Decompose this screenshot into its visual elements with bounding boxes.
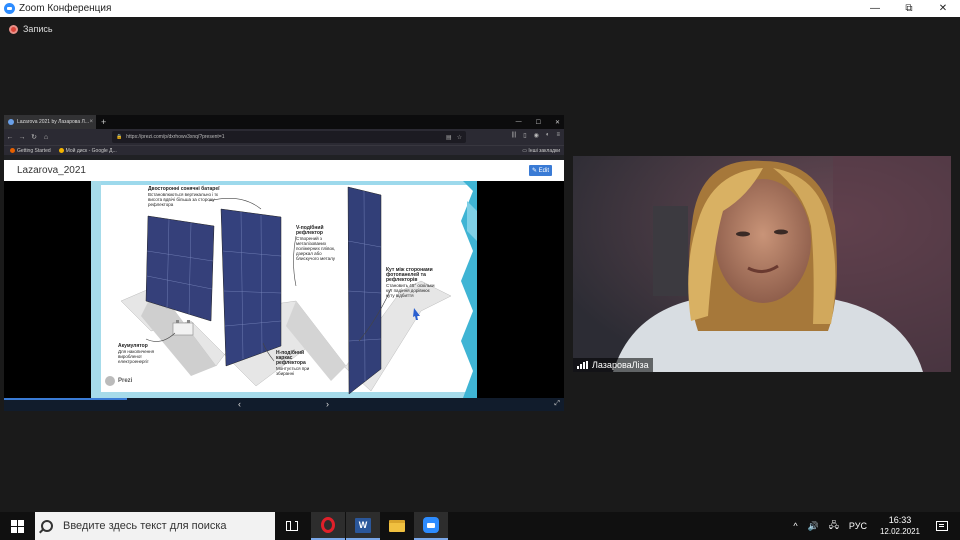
prezi-logo: Prezi	[105, 376, 132, 386]
url-actions: ▤ ☆	[446, 134, 462, 141]
slide-text-angle: Кут між сторонами фотопанелей та рефлект…	[386, 267, 435, 299]
taskbar: Введите здесь текст для поиска W ^ 🔊 🖧 Р…	[0, 512, 960, 540]
browser-tab-strip: Lazarova 2021 by Лазарова Л... × + — ☐ ✕	[4, 115, 564, 129]
prezi-favicon-icon	[8, 119, 14, 125]
bookmark-star-icon[interactable]: ☆	[457, 134, 462, 141]
browser-toolbar: ||| ▯ ◉ ◐ ≡	[512, 132, 560, 139]
recording-label: Запись	[23, 24, 53, 34]
file-explorer-icon	[389, 520, 405, 532]
account-icon[interactable]: ◉	[534, 132, 539, 139]
clock-date: 12.02.2021	[879, 527, 920, 536]
browser-window-controls: — ☐ ✕	[516, 115, 560, 129]
prezi-logo-icon	[105, 376, 115, 386]
slide-text-battery: Акумулятор Для накопичення виробленої ел…	[118, 343, 155, 365]
start-button[interactable]	[0, 512, 35, 540]
close-button[interactable]: ✕	[926, 0, 960, 17]
recording-indicator[interactable]: Запись	[9, 24, 53, 34]
clock[interactable]: 16:33 12.02.2021	[872, 515, 928, 537]
windows-logo-icon	[11, 519, 24, 533]
address-bar[interactable]: 🔒 https://prezi.com/p/dxrhowv3xnq/?prese…	[112, 131, 466, 143]
window-controls: — ⧉ ✕	[858, 0, 960, 17]
zoom-title-bar: Zoom Конференция — ⧉ ✕	[0, 0, 960, 17]
next-slide-button[interactable]: ›	[326, 399, 329, 409]
network-icon[interactable]: 🖧	[824, 518, 844, 534]
browser-maximize-button[interactable]: ☐	[536, 119, 541, 126]
sidebar-icon[interactable]: ▯	[523, 132, 526, 139]
new-tab-button[interactable]: +	[101, 117, 106, 127]
system-tray: ^ 🔊 🖧 РУС 16:33 12.02.2021	[788, 512, 960, 540]
extension-icon[interactable]: ◐	[546, 132, 550, 139]
slide-text-reflector: V-подібний рефлектор Створений з металіз…	[296, 225, 336, 262]
bookmark-getting-started[interactable]: Getting Started	[10, 148, 51, 154]
word-icon: W	[355, 517, 371, 533]
browser-tab[interactable]: Lazarova 2021 by Лазарова Л... ×	[4, 115, 96, 129]
firefox-icon	[10, 147, 15, 153]
opera-taskbar-button[interactable]	[311, 512, 345, 540]
menu-icon[interactable]: ≡	[556, 132, 560, 139]
presentation-controls: ‹ › ⤢	[4, 398, 564, 411]
slide-text-bifacial: Двосторонні сонячні батареї Встановлюють…	[148, 186, 220, 208]
signal-strength-icon	[577, 361, 588, 369]
browser-minimize-button[interactable]: —	[516, 119, 522, 125]
other-bookmarks[interactable]: ▭ Інші закладки	[522, 148, 560, 154]
task-view-icon	[286, 521, 298, 531]
previous-slide-button[interactable]: ‹	[238, 399, 241, 409]
maximize-button[interactable]: ⧉	[892, 0, 926, 17]
task-view-button[interactable]	[275, 512, 309, 540]
library-icon[interactable]: |||	[512, 132, 517, 139]
presentation-progress-bar	[4, 398, 128, 400]
slide: Двосторонні сонячні батареї Встановлюють…	[91, 181, 477, 398]
fullscreen-button[interactable]: ⤢	[554, 400, 560, 408]
notifications-icon[interactable]	[936, 521, 948, 531]
edit-button[interactable]: ✎ Edit	[529, 165, 552, 176]
slide-text-frame: Н-подібний каркас рефлектора Монтується …	[276, 350, 310, 377]
shared-screen: Lazarova 2021 by Лазарова Л... × + — ☐ ✕…	[4, 115, 564, 411]
clock-time: 16:33	[888, 515, 912, 525]
show-hidden-icons-chevron[interactable]: ^	[788, 521, 802, 531]
participant-video[interactable]: ЛазароваЛіза	[573, 156, 951, 372]
word-taskbar-button[interactable]: W	[346, 512, 380, 540]
video-frame	[573, 156, 951, 372]
zoom-taskbar-button[interactable]	[414, 512, 448, 540]
presentation-stage: Двосторонні сонячні батареї Встановлюють…	[4, 181, 564, 398]
explorer-taskbar-button[interactable]	[380, 512, 414, 540]
presentation-title: Lazarova_2021	[17, 165, 86, 176]
forward-icon[interactable]: →	[16, 134, 28, 141]
taskbar-search[interactable]: Введите здесь текст для поиска	[35, 512, 275, 540]
browser-nav-bar: ← → ↻ ⌂ 🔒 https://prezi.com/p/dxrhowv3xn…	[4, 129, 564, 145]
participant-label: ЛазароваЛіза	[573, 358, 653, 372]
url-text: https://prezi.com/p/dxrhowv3xnq/?present…	[126, 134, 225, 140]
minimize-button[interactable]: —	[858, 0, 892, 17]
tab-title: Lazarova 2021 by Лазарова Л...	[17, 119, 89, 125]
window-title: Zoom Конференция	[19, 3, 112, 14]
google-drive-icon	[58, 147, 64, 153]
bookmark-google-drive[interactable]: Мой диск - Google Д...	[58, 147, 117, 154]
lock-icon: 🔒	[116, 134, 123, 140]
back-icon[interactable]: ←	[4, 134, 16, 141]
bookmarks-bar: Getting Started Мой диск - Google Д... ▭…	[4, 145, 564, 155]
search-icon	[41, 520, 53, 532]
reader-view-icon[interactable]: ▤	[446, 134, 452, 141]
tab-close-icon[interactable]: ×	[89, 119, 93, 125]
zoom-logo-icon	[4, 3, 15, 14]
participant-name: ЛазароваЛіза	[592, 360, 649, 370]
volume-icon[interactable]: 🔊	[803, 521, 824, 532]
prezi-header: Lazarova_2021 ✎ Edit	[4, 160, 564, 181]
home-icon[interactable]: ⌂	[40, 134, 52, 141]
record-icon	[9, 24, 18, 34]
search-placeholder: Введите здесь текст для поиска	[63, 520, 227, 532]
language-indicator[interactable]: РУС	[844, 521, 872, 531]
opera-icon	[321, 517, 335, 533]
reload-icon[interactable]: ↻	[28, 133, 40, 141]
zoom-icon	[423, 517, 439, 533]
browser-close-button[interactable]: ✕	[555, 119, 560, 126]
